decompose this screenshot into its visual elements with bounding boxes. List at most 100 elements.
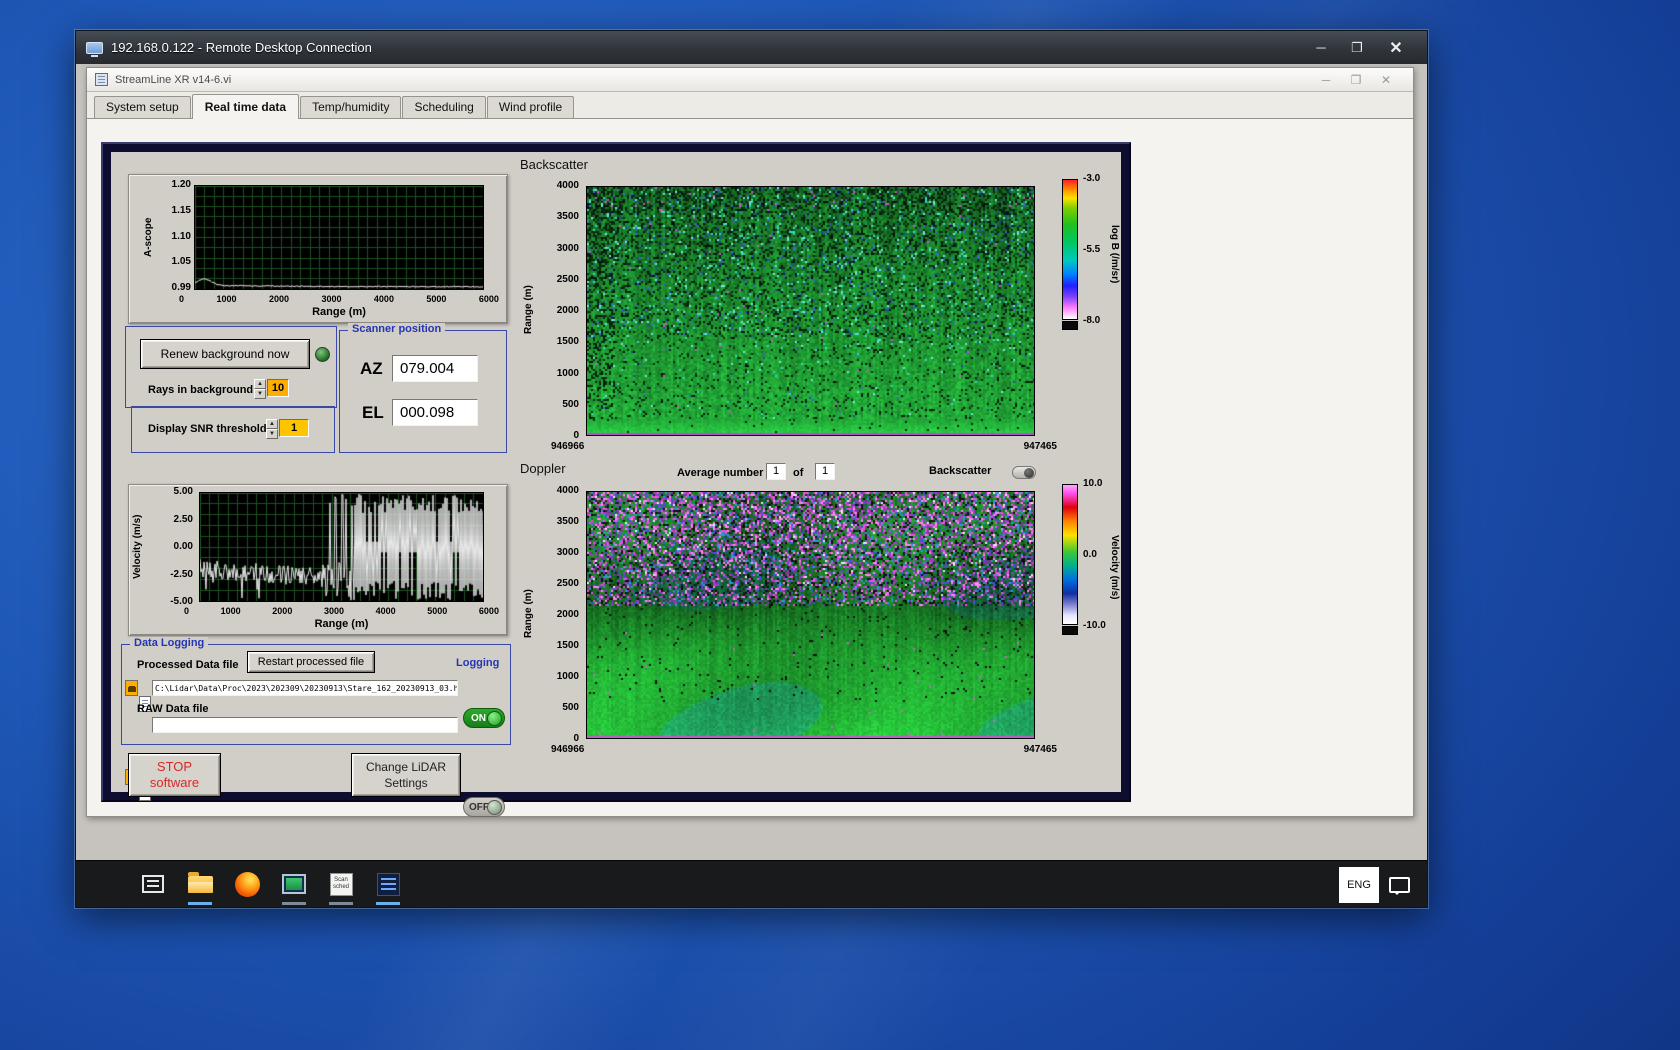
backscatter-display-toggle[interactable] [1012,466,1036,479]
minimize-button[interactable]: ─ [1303,40,1339,55]
off-label: OFF [469,801,489,813]
backscatter-ylabel: Range (m) [523,285,534,335]
backscatter-toggle-label: Backscatter [929,465,992,477]
tick: 5.00 [173,486,193,497]
tab-system-setup[interactable]: System setup [94,96,191,118]
az-value-field[interactable]: 079.004 [392,355,478,382]
doppler-heatmap [587,492,1034,738]
change-line1: Change LiDAR [365,760,447,774]
velocity-graph: Velocity (m/s) 5.00 2.50 0.00 -2.50 -5.0… [128,484,508,636]
x-end-label: 947465 [1023,441,1057,452]
el-value-field[interactable]: 000.098 [392,399,478,426]
app-titlebar[interactable]: StreamLine XR v14-6.vi ─ ❐ ✕ [87,68,1413,92]
backscatter-colorbar [1062,179,1078,320]
remote-session: StreamLine XR v14-6.vi ─ ❐ ✕ System setu… [76,64,1427,907]
taskbar: Scan sched ENG [76,860,1427,907]
file-explorer-button[interactable] [187,869,213,905]
scan-sched-button[interactable]: Scan sched [328,869,354,905]
processed-data-file-label: Processed Data file [137,659,239,671]
tick: 3000 [321,294,342,304]
maximize-button[interactable]: ❐ [1339,40,1375,56]
velocity-xlabel: Range (m) [314,618,369,630]
velocity-ylabel: Velocity (m/s) [132,514,143,580]
toggle-knob [1024,468,1034,478]
rays-stepper[interactable]: ▲ ▼ [254,379,266,399]
close-button[interactable]: ✕ [1375,38,1417,58]
language-indicator[interactable]: ENG [1339,867,1379,903]
background-controls-box: Renew background now Rays in background … [125,326,337,408]
task-view-button[interactable] [140,869,166,899]
app-minimize-button[interactable]: ─ [1311,73,1341,87]
tab-scheduling[interactable]: Scheduling [402,96,486,118]
raw-logging-toggle[interactable]: OFF [463,797,505,817]
snr-stepper[interactable]: ▲ ▼ [266,419,278,439]
average-total-field[interactable]: 1 [815,463,835,480]
app-maximize-button[interactable]: ❐ [1341,73,1371,87]
app-close-button[interactable]: ✕ [1371,73,1401,87]
tab-temp-humidity[interactable]: Temp/humidity [300,96,402,118]
backscatter-plot [586,186,1035,436]
tick: -3.0 [1083,173,1101,184]
change-lidar-settings-button[interactable]: Change LiDAR Settings [351,753,461,797]
raw-path-field[interactable] [152,717,458,733]
restart-processed-file-button[interactable]: Restart processed file [247,651,375,673]
x-start-label: 946966 [551,744,585,755]
processed-logging-toggle[interactable]: ON [463,708,505,728]
toggle-knob [487,800,502,815]
path-type-icon[interactable] [125,680,138,696]
folder-icon [187,871,213,893]
image-app-button[interactable] [281,869,307,905]
tick: 1.20 [171,179,191,190]
ascope-ylabel: A-scope [143,217,154,258]
scan-icon-text: Scan [334,877,348,883]
stop-line2: software [149,775,200,790]
vi-icon [95,73,108,86]
tick: 0 [184,606,190,616]
tick: 2000 [268,294,289,304]
tick: 4000 [375,606,396,616]
snr-value-field[interactable]: 1 [279,419,309,437]
el-label: EL [362,403,384,422]
tab-real-time-data[interactable]: Real time data [191,94,300,119]
ascope-graph: A-scope 1.20 1.15 1.10 1.05 0.99 0 1000 … [128,174,508,324]
doppler-xticks: 946966 947465 [551,744,1057,755]
taskbar-icons: Scan sched [140,869,401,905]
terminal-app-button[interactable] [375,869,401,905]
tick: 4000 [556,485,579,496]
processed-path-field[interactable]: C:\Lidar\Data\Proc\2023\202309\20230913\… [152,680,458,696]
tick: 3000 [556,547,579,558]
running-indicator [282,902,306,905]
snr-threshold-box: Display SNR threshold ▲ ▼ 1 [131,406,335,453]
rdp-window: 192.168.0.122 - Remote Desktop Connectio… [75,30,1428,908]
velocity-plot [199,492,484,602]
tick: 2.50 [173,513,193,525]
logging-label: Logging [456,657,500,669]
renew-background-button[interactable]: Renew background now [140,339,310,369]
backscatter-heatmap [587,187,1034,435]
data-logging-box: Data Logging Processed Data file Restart… [121,637,511,817]
doppler-colorbar-ticks: 10.0 0.0 -10.0 [1083,478,1106,631]
average-number-field[interactable]: 1 [766,463,786,480]
rdp-window-title: 192.168.0.122 - Remote Desktop Connectio… [111,40,372,55]
tick: 3500 [556,516,579,527]
tick: 1000 [216,294,237,304]
doppler-ylabel: Range (m) [523,589,534,639]
backscatter-colorbar-cap [1062,321,1078,330]
tick: 2500 [556,578,579,589]
data-logging-title: Data Logging [130,637,209,649]
running-indicator [329,902,353,905]
doppler-colorbar [1062,484,1078,625]
tick: 1000 [556,671,579,682]
notification-icon[interactable] [1389,877,1410,895]
tick: 3000 [556,242,579,254]
tick: 1.05 [171,256,191,268]
x-start-label: 946966 [551,441,585,452]
tab-wind-profile[interactable]: Wind profile [486,96,575,118]
firefox-button[interactable] [234,869,260,899]
doppler-colorbar-cap [1062,626,1078,635]
stop-software-button[interactable]: STOP software [128,753,221,797]
rays-value-field[interactable]: 10 [267,379,289,397]
backscatter-title: Backscatter [520,157,588,172]
app-title: StreamLine XR v14-6.vi [115,73,232,86]
rdp-titlebar[interactable]: 192.168.0.122 - Remote Desktop Connectio… [76,31,1427,64]
